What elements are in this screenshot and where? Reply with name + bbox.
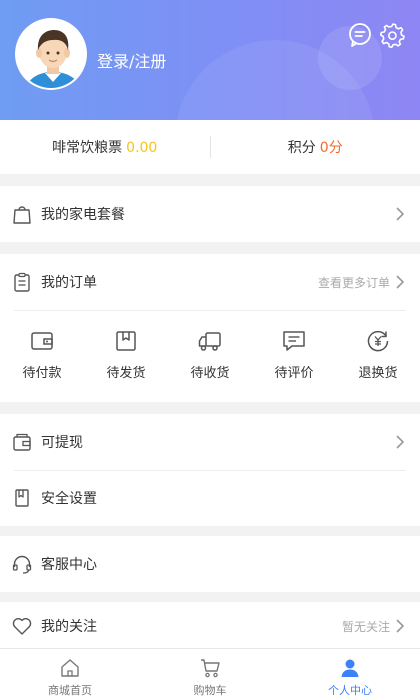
- order-status-label: 待付款: [22, 366, 62, 381]
- chevron-right-icon: [394, 434, 406, 450]
- headset-icon: [11, 553, 33, 575]
- order-status-label: 待评价: [274, 366, 314, 381]
- gear-icon[interactable]: [380, 22, 406, 48]
- chevron-right-icon: [394, 618, 406, 634]
- follow-status: 暂无关注: [341, 619, 390, 634]
- truck-icon: [198, 332, 221, 351]
- customer-service-row[interactable]: 客服中心: [0, 536, 420, 592]
- withdraw-icon: [11, 431, 33, 453]
- order-status-label: 待收货: [190, 366, 230, 381]
- security-label: 安全设置: [41, 491, 97, 507]
- order-refund[interactable]: 退换货: [336, 312, 420, 398]
- service-label: 客服中心: [41, 557, 97, 573]
- bottom-tab-bar: 商城首页 购物车 个人中心: [0, 648, 420, 700]
- points-label: 积分: [287, 140, 316, 156]
- bookmark-icon: [11, 487, 33, 509]
- chevron-right-icon: [394, 206, 406, 222]
- comment-icon: [283, 331, 305, 351]
- order-pending-payment[interactable]: 待付款: [0, 312, 84, 398]
- tab-cart[interactable]: 购物车: [140, 649, 280, 700]
- tab-home[interactable]: 商城首页: [0, 649, 140, 700]
- tab-label: 商城首页: [48, 684, 92, 697]
- order-pending-shipment[interactable]: 待发货: [84, 312, 168, 398]
- follow-row[interactable]: 我的关注 暂无关注: [0, 600, 420, 652]
- coupon-label: 啡常饮粮票: [52, 140, 123, 156]
- withdraw-row[interactable]: 可提现: [0, 414, 420, 470]
- order-pending-review[interactable]: 待评价: [252, 312, 336, 398]
- box-icon: [116, 331, 136, 351]
- tab-label: 购物车: [193, 684, 227, 697]
- chevron-right-icon: [394, 274, 406, 290]
- home-icon: [61, 659, 79, 677]
- login-register-link[interactable]: 登录/注册: [97, 48, 166, 72]
- profile-header: 登录/注册: [0, 0, 420, 120]
- heart-icon: [11, 615, 33, 637]
- user-icon: [341, 659, 359, 677]
- order-pending-receipt[interactable]: 待收货: [168, 312, 252, 398]
- avatar[interactable]: [15, 18, 87, 90]
- order-status-list: 待付款 待发货 待收货 待评价 退换货: [0, 312, 420, 398]
- account-stats: 啡常饮粮票 0.00 积分 0分: [0, 120, 420, 174]
- divider: [14, 310, 406, 311]
- package-row[interactable]: 我的家电套餐: [0, 186, 420, 242]
- points-stat[interactable]: 积分 0分: [211, 137, 420, 157]
- orders-header-row[interactable]: 我的订单 查看更多订单: [0, 254, 420, 310]
- cart-icon: [201, 659, 220, 678]
- order-status-label: 待发货: [106, 366, 146, 381]
- shopping-bag-icon: [11, 203, 33, 225]
- package-label: 我的家电套餐: [41, 207, 125, 223]
- wallet-icon: [31, 332, 53, 350]
- coupon-value: 0.00: [126, 140, 158, 156]
- message-icon[interactable]: [347, 22, 373, 48]
- points-value: 0分: [319, 140, 343, 156]
- view-more-orders-link[interactable]: 查看更多订单: [318, 274, 390, 291]
- security-row[interactable]: 安全设置: [0, 470, 420, 526]
- clipboard-icon: [11, 271, 33, 293]
- orders-title: 我的订单: [41, 275, 97, 291]
- avatar-illustration: [17, 20, 85, 88]
- coupon-stat[interactable]: 啡常饮粮票 0.00: [0, 137, 210, 157]
- withdraw-label: 可提现: [41, 435, 83, 451]
- tab-label: 个人中心: [328, 684, 372, 697]
- refund-icon: [367, 330, 389, 352]
- tab-profile[interactable]: 个人中心: [280, 649, 420, 700]
- follow-label: 我的关注: [41, 619, 97, 635]
- order-status-label: 退换货: [358, 366, 398, 381]
